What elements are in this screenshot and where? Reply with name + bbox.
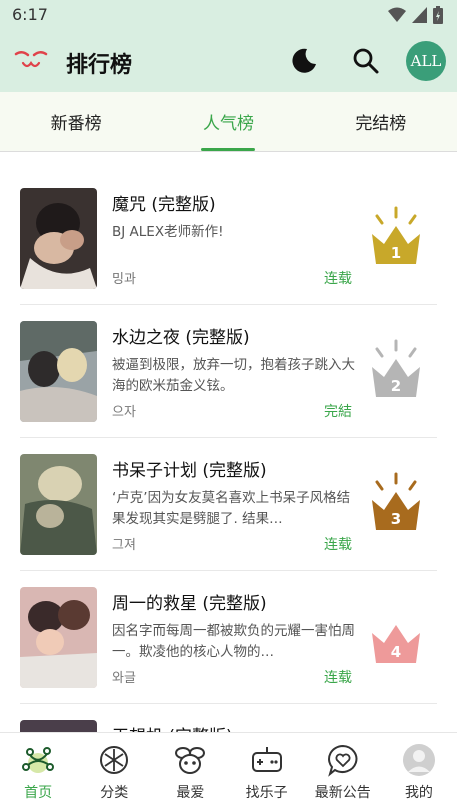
cover-image	[20, 188, 97, 289]
tab-new[interactable]: 新番榜	[0, 92, 152, 151]
tab-popular[interactable]: 人气榜	[152, 92, 304, 151]
list-item[interactable]: 书呆子计划 (完整版) ‘卢克’因为女友莫名喜欢上书呆子风格结果发现其实是劈腿了…	[20, 438, 437, 571]
announcement-heart-icon	[327, 744, 358, 777]
nav-home[interactable]: 首页	[0, 733, 76, 812]
status-icons	[388, 6, 443, 24]
comic-title: 书呆子计划 (完整版)	[112, 461, 267, 481]
status-time: 6:17	[12, 5, 48, 24]
rank-number: 2	[391, 377, 401, 395]
status-bar: 6:17	[0, 0, 457, 30]
nav-fun[interactable]: 找乐子	[229, 733, 305, 812]
comic-author: 그져	[112, 538, 136, 553]
search-icon[interactable]	[352, 47, 380, 75]
nav-label: 找乐子	[245, 785, 288, 801]
rank-number: 3	[391, 510, 401, 528]
nav-category[interactable]: 分类	[76, 733, 152, 812]
gamepad-icon	[251, 747, 282, 772]
battery-icon	[433, 6, 443, 24]
comic-author: 와글	[112, 671, 136, 686]
cover-image	[20, 720, 97, 732]
ranking-list[interactable]: 魔咒 (完整版) BJ ALEX老师新作! 밍과 连载 1 水边之夜 (完整版)…	[0, 172, 457, 732]
nav-label: 我的	[404, 785, 433, 801]
page-title: 排行榜	[66, 53, 133, 78]
wifi-icon	[388, 7, 406, 22]
nav-profile[interactable]: 我的	[381, 733, 457, 812]
nav-label: 最新公告	[314, 785, 371, 801]
comic-author: 으자	[112, 405, 136, 420]
nav-label: 首页	[24, 785, 53, 801]
rank-2-crown-icon: 2	[372, 339, 420, 397]
category-icon	[100, 746, 129, 774]
status-badge: 连载	[324, 271, 352, 287]
rank-3-crown-icon: 3	[372, 472, 420, 530]
comic-title: 魔咒 (完整版)	[112, 195, 216, 215]
status-badge: 连载	[324, 670, 352, 686]
nav-label: 分类	[100, 785, 129, 801]
comic-description: 因名字而每周一都被欺负的元耀一害怕周一。欺凌他的核心人物的…	[112, 623, 355, 660]
list-item[interactable]: 水边之夜 (完整版) 被逼到极限，放弃一切，抱着孩子跳入大海的欧米茄金义铉。 으…	[20, 305, 437, 438]
rank-number: 1	[391, 244, 401, 262]
all-filter-button[interactable]: ALL	[406, 41, 446, 81]
comic-title: 王想机 (完整版)	[112, 722, 233, 732]
list-item[interactable]: 王想机 (完整版)	[20, 704, 437, 732]
comic-author: 밍과	[112, 272, 136, 287]
list-item[interactable]: 周一的救星 (完整版) 因名字而每周一都被欺负的元耀一害怕周一。欺凌他的核心人物…	[20, 571, 437, 704]
comic-title: 周一的救星 (完整版)	[112, 594, 267, 614]
list-item[interactable]: 魔咒 (完整版) BJ ALEX老师新作! 밍과 连载 1	[20, 172, 437, 305]
rank-4-crown-icon: 4	[372, 625, 420, 663]
tab-completed[interactable]: 完结榜	[305, 92, 457, 151]
status-badge: 连载	[324, 537, 352, 553]
comic-description: BJ ALEX老师新作!	[112, 224, 224, 240]
nav-label: 最爱	[176, 785, 205, 801]
comic-description: 被逼到极限，放弃一切，抱着孩子跳入大海的欧米茄金义铉。	[112, 357, 355, 394]
app-logo-icon	[14, 51, 48, 68]
rank-1-crown-icon: 1	[372, 206, 420, 264]
favorite-bee-icon	[175, 747, 206, 774]
comic-title: 水边之夜 (完整版)	[112, 328, 250, 348]
rank-tabs: 新番榜 人气榜 完结榜	[0, 92, 457, 152]
cover-image	[20, 454, 97, 555]
status-badge: 完結	[324, 404, 352, 420]
bottom-nav: 首页 分类 最爱 找乐子 最新公告 我的	[0, 732, 457, 812]
profile-avatar-icon	[402, 744, 435, 776]
nav-announcement[interactable]: 最新公告	[305, 733, 381, 812]
signal-icon	[412, 7, 427, 23]
rank-number: 4	[391, 643, 401, 661]
dark-mode-moon-icon[interactable]	[290, 47, 318, 75]
home-flower-icon	[22, 747, 55, 773]
comic-description: ‘卢克’因为女友莫名喜欢上书呆子风格结果发现其实是劈腿了. 结果…	[112, 490, 351, 527]
cover-image	[20, 321, 97, 422]
app-bar: 排行榜 ALL	[0, 30, 457, 92]
cover-image	[20, 587, 97, 688]
nav-favorite[interactable]: 最爱	[152, 733, 228, 812]
